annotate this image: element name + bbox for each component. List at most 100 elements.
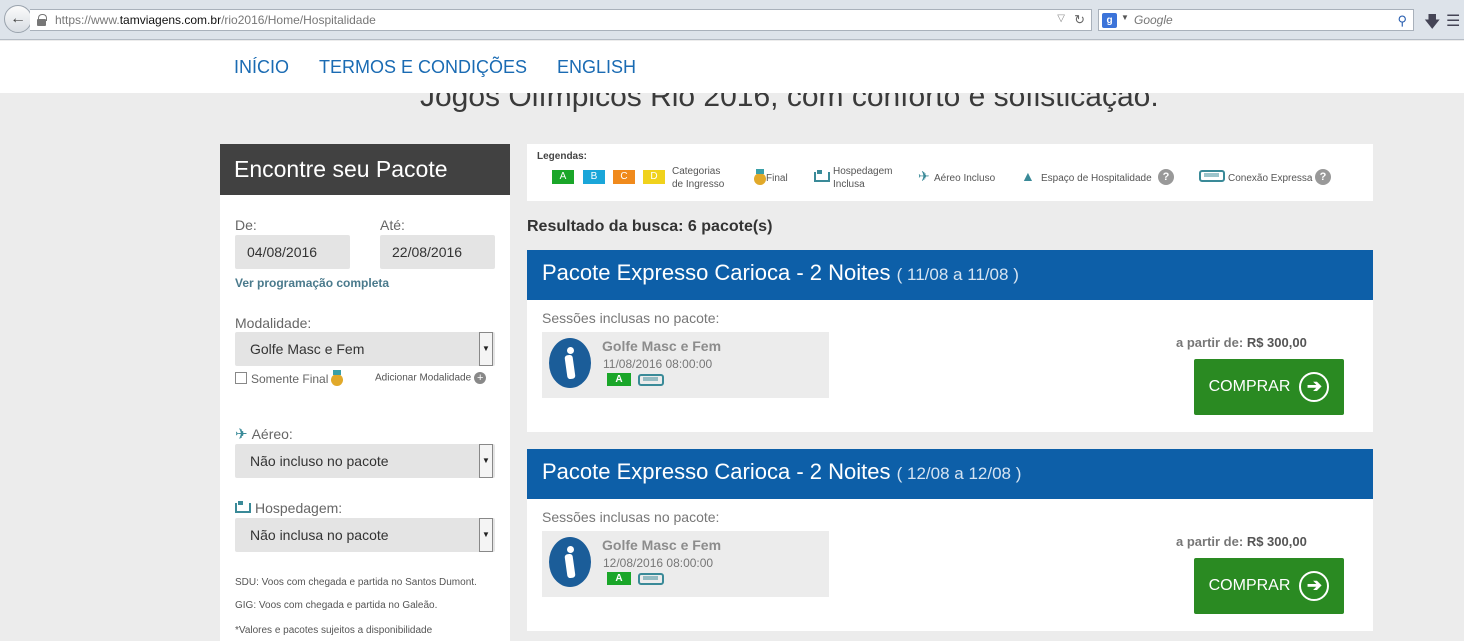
arrow-right-icon: ➔ — [1299, 571, 1330, 601]
bus-icon — [638, 573, 664, 585]
package-title: Pacote Expresso Carioca - 2 Noites — [542, 260, 891, 285]
session-name: Golfe Masc e Fem — [602, 338, 722, 354]
bell-icon: ▲ — [1021, 168, 1035, 184]
to-date-input[interactable]: 22/08/2016 — [380, 235, 495, 269]
legend-express: Conexão Expressa — [1228, 173, 1313, 184]
sidebar-title: Encontre seu Pacote — [220, 144, 510, 195]
result-count: Resultado da busca: 6 pacote(s) — [527, 218, 773, 235]
legend-categories: Categorias de Ingresso — [672, 166, 725, 190]
package-card: Pacote Expresso Carioca - 2 Noites ( 11/… — [527, 250, 1373, 432]
bed-icon — [814, 170, 830, 182]
ticket-a-icon: A — [552, 170, 574, 184]
browser-toolbar: ← https://www.tamviagens.com.br/rio2016/… — [0, 0, 1464, 40]
arrow-right-icon: ➔ — [1299, 372, 1330, 402]
magnifier-icon[interactable]: ⚲ — [1397, 13, 1407, 29]
buy-button[interactable]: COMPRAR ➔ — [1194, 558, 1344, 614]
package-body: Sessões inclusas no pacote: Golfe Masc e… — [527, 300, 1373, 432]
back-arrow-icon[interactable]: ← — [4, 5, 32, 33]
golf-icon — [549, 537, 591, 587]
hotel-label: Hospedagem: — [255, 500, 343, 516]
session-datetime: 12/08/2016 08:00:00 — [603, 556, 714, 570]
hotel-label-wrap: Hospedagem: — [235, 500, 342, 516]
note-gig: GIG: Voos com chegada e partida no Galeã… — [235, 600, 438, 611]
search-sidebar: Encontre seu Pacote De: 04/08/2016 Até: … — [220, 144, 510, 641]
legend-title: Legendas: — [537, 151, 588, 162]
session-card: Golfe Masc e Fem 12/08/2016 08:00:00 A — [542, 531, 829, 597]
search-placeholder: Google — [1134, 13, 1173, 27]
session-name: Golfe Masc e Fem — [602, 537, 722, 553]
final-only-checkbox[interactable] — [235, 372, 247, 384]
history-dropdown-icon[interactable]: ▽ — [1057, 13, 1065, 24]
nav-inicio[interactable]: INÍCIO — [234, 57, 289, 78]
legend-air: Aéreo Incluso — [934, 173, 996, 184]
hotel-select[interactable]: Não inclusa no pacote ▼ — [235, 518, 495, 552]
air-select[interactable]: Não incluso no pacote ▼ — [235, 444, 495, 478]
package-header[interactable]: Pacote Expresso Carioca - 2 Noites ( 12/… — [527, 449, 1373, 499]
legend-hotel: Hospedagem Inclusa — [833, 166, 893, 190]
note-sdu: SDU: Voos com chegada e partida no Santo… — [235, 577, 477, 588]
bus-icon — [1199, 170, 1225, 182]
modality-select[interactable]: Golfe Masc e Fem ▼ — [235, 332, 495, 366]
nav-termos[interactable]: TERMOS E CONDIÇÕES — [319, 57, 527, 78]
air-label: Aéreo: — [251, 426, 293, 442]
plane-icon: ✈ — [918, 168, 930, 184]
modality-value: Golfe Masc e Fem — [250, 341, 365, 357]
price: a partir de: R$ 300,00 — [1176, 534, 1307, 549]
bed-icon — [235, 501, 251, 513]
schedule-link[interactable]: Ver programação completa — [235, 276, 389, 290]
ticket-b-icon: B — [583, 170, 605, 184]
price-value: R$ 300,00 — [1246, 335, 1307, 350]
note-availability: *Valores e pacotes sujeitos a disponibil… — [235, 625, 433, 636]
plus-icon[interactable]: + — [474, 372, 487, 384]
sessions-label: Sessões inclusas no pacote: — [542, 310, 720, 326]
chevron-down-icon[interactable]: ▼ — [479, 518, 493, 552]
final-only-label-wrap: Somente Final — [251, 369, 344, 386]
buy-label: COMPRAR — [1208, 378, 1291, 395]
price-label: a partir de: — [1176, 534, 1244, 549]
session-datetime: 11/08/2016 08:00:00 — [603, 357, 713, 371]
package-header[interactable]: Pacote Expresso Carioca - 2 Noites ( 11/… — [527, 250, 1373, 300]
plane-icon: ✈ — [235, 426, 248, 443]
package-dates: ( 12/08 a 12/08 ) — [896, 464, 1022, 483]
menu-icon[interactable]: ☰ — [1446, 11, 1460, 31]
add-modality-label: Adicionar Modalidade — [375, 372, 472, 384]
lock-icon — [37, 14, 47, 26]
download-icon[interactable]: 🡇 — [1424, 11, 1440, 38]
legend-panel: Legendas: A B C D Categorias de Ingresso… — [527, 144, 1373, 201]
buy-button[interactable]: COMPRAR ➔ — [1194, 359, 1344, 415]
search-input[interactable]: g ▼ Google ⚲ — [1098, 9, 1414, 31]
package-body: Sessões inclusas no pacote: Golfe Masc e… — [527, 499, 1373, 631]
ticket-c-icon: C — [613, 170, 635, 184]
help-icon[interactable]: ? — [1158, 169, 1174, 185]
golf-icon — [549, 338, 591, 388]
medal-icon — [331, 369, 344, 386]
modality-label: Modalidade: — [235, 315, 312, 331]
ticket-d-icon: D — [643, 170, 665, 184]
nav-english[interactable]: ENGLISH — [557, 57, 636, 78]
chevron-down-icon[interactable]: ▼ — [479, 332, 493, 366]
reload-icon[interactable]: ↻ — [1074, 12, 1085, 28]
package-card: Pacote Expresso Carioca - 2 Noites ( 12/… — [527, 449, 1373, 631]
price-value: R$ 300,00 — [1246, 534, 1307, 549]
engine-dropdown-icon[interactable]: ▼ — [1121, 13, 1129, 22]
from-date-input[interactable]: 04/08/2016 — [235, 235, 350, 269]
to-label: Até: — [380, 217, 405, 233]
package-dates: ( 11/08 a 11/08 ) — [896, 265, 1019, 284]
ticket-a-icon: A — [607, 373, 631, 386]
sessions-label: Sessões inclusas no pacote: — [542, 509, 720, 525]
buy-label: COMPRAR — [1208, 577, 1291, 594]
address-bar[interactable]: https://www.tamviagens.com.br/rio2016/Ho… — [30, 9, 1092, 31]
air-value: Não incluso no pacote — [250, 453, 389, 469]
bus-icon — [638, 374, 664, 386]
chevron-down-icon[interactable]: ▼ — [479, 444, 493, 478]
price: a partir de: R$ 300,00 — [1176, 335, 1307, 350]
google-engine-icon[interactable]: g — [1102, 13, 1117, 28]
price-label: a partir de: — [1176, 335, 1244, 350]
site-nav: INÍCIO TERMOS E CONDIÇÕES ENGLISH — [0, 41, 1464, 93]
legend-final: Final — [766, 173, 788, 184]
hotel-value: Não inclusa no pacote — [250, 527, 389, 543]
help-icon[interactable]: ? — [1315, 169, 1331, 185]
session-card: Golfe Masc e Fem 11/08/2016 08:00:00 A — [542, 332, 829, 398]
package-title: Pacote Expresso Carioca - 2 Noites — [542, 459, 891, 484]
add-modality-link[interactable]: Adicionar Modalidade + — [375, 372, 487, 384]
